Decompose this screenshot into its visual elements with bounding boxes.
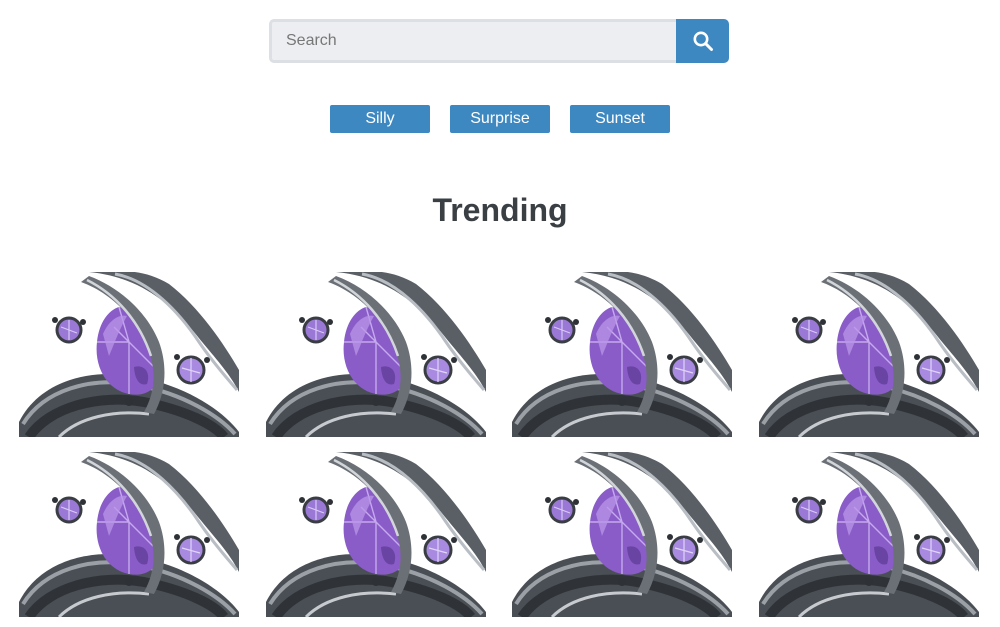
gallery-item[interactable] (19, 272, 239, 437)
ring-image (758, 452, 979, 617)
trending-heading: Trending (432, 192, 568, 228)
ring-image (512, 272, 733, 437)
gallery-item[interactable] (512, 452, 733, 617)
tag-surprise-button[interactable]: Surprise (450, 105, 550, 133)
tag-silly-button[interactable]: Silly (330, 105, 430, 133)
gallery-item[interactable] (265, 272, 486, 437)
ring-image (512, 452, 733, 617)
trending-gallery (19, 272, 979, 617)
ring-image (758, 272, 979, 437)
ring-image (265, 452, 486, 617)
gallery-item[interactable] (758, 272, 979, 437)
ring-image (265, 272, 486, 437)
search-input[interactable] (269, 19, 676, 63)
gallery-item[interactable] (512, 272, 733, 437)
gallery-item[interactable] (19, 452, 239, 617)
ring-image (19, 272, 239, 437)
gallery-item[interactable] (265, 452, 486, 617)
ring-image (19, 452, 239, 617)
tag-sunset-button[interactable]: Sunset (570, 105, 670, 133)
search-icon (693, 31, 713, 51)
gallery-item[interactable] (758, 452, 979, 617)
search-button[interactable] (676, 19, 729, 63)
search-bar (269, 19, 729, 63)
tag-buttons: Silly Surprise Sunset (0, 105, 1000, 133)
